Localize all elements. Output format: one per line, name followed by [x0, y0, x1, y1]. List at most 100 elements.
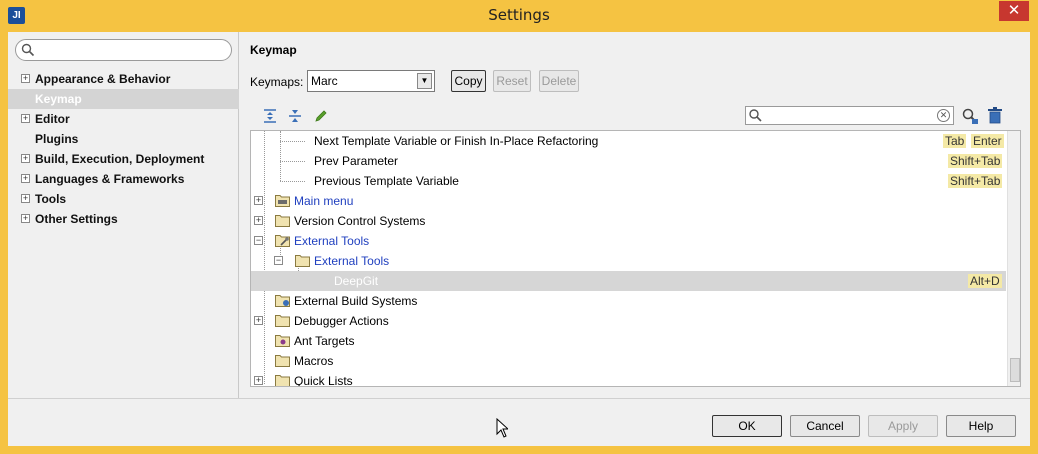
- keymap-panel: Keymap Keymaps: Marc ▼ Copy Reset Delete: [240, 32, 1030, 398]
- tree-row-label: External Tools: [314, 254, 390, 268]
- shortcut-badge: Shift+Tab: [948, 154, 1003, 168]
- search-icon: [21, 43, 35, 57]
- tree-row-label: Ant Targets: [294, 334, 355, 348]
- tree-row-label: DeepGit: [334, 274, 379, 288]
- tree-row-group[interactable]: Ant Targets: [251, 331, 1006, 351]
- settings-sidebar: + Appearance & Behavior Keymap + Editor Pl…: [8, 32, 239, 398]
- tree-row-label: Version Control Systems: [294, 214, 426, 228]
- tree-row-group[interactable]: External Build Systems: [251, 291, 1006, 311]
- apply-button[interactable]: Apply: [868, 415, 938, 437]
- collapse-icon[interactable]: −: [254, 236, 263, 245]
- help-button[interactable]: Help: [946, 415, 1016, 437]
- tree-row-action[interactable]: Prev Parameter Shift+Tab: [251, 151, 1006, 171]
- shortcut-badge: Shift+Tab: [948, 174, 1003, 188]
- sidebar-item-build-execution-deployment[interactable]: + Build, Execution, Deployment: [8, 149, 239, 169]
- sidebar-item-other-settings[interactable]: + Other Settings: [8, 209, 239, 229]
- folder-icon: [275, 375, 290, 386]
- expand-icon[interactable]: +: [21, 214, 30, 223]
- close-button[interactable]: ✕: [999, 1, 1029, 21]
- copy-button[interactable]: Copy: [451, 70, 486, 92]
- sidebar-item-editor[interactable]: + Editor: [8, 109, 239, 129]
- tree-row-label: Debugger Actions: [294, 314, 389, 328]
- cancel-button[interactable]: Cancel: [790, 415, 860, 437]
- sidebar-item-label: Keymap: [35, 92, 82, 106]
- settings-nav: + Appearance & Behavior Keymap + Editor Pl…: [8, 69, 239, 229]
- expand-icon[interactable]: +: [254, 316, 263, 325]
- sidebar-item-languages-frameworks[interactable]: + Languages & Frameworks: [8, 169, 239, 189]
- clear-filter-icon[interactable]: ✕: [937, 109, 950, 122]
- settings-window: JI Settings ✕ + Appearance & Behavior Key…: [0, 0, 1038, 454]
- tree-row-label: Prev Parameter: [314, 154, 399, 168]
- sidebar-item-label: Languages & Frameworks: [35, 172, 185, 186]
- tree-row-group[interactable]: − External Tools: [251, 231, 1006, 251]
- search-icon: [749, 109, 762, 122]
- expand-icon[interactable]: +: [254, 196, 263, 205]
- tree-scrollbar[interactable]: [1007, 131, 1020, 386]
- keymap-filter-input[interactable]: ✕: [745, 106, 954, 125]
- build-folder-icon: [275, 295, 290, 307]
- sidebar-item-tools[interactable]: + Tools: [8, 189, 239, 209]
- expand-icon[interactable]: +: [21, 154, 30, 163]
- expand-all-icon[interactable]: [262, 108, 278, 124]
- expand-icon[interactable]: +: [21, 174, 30, 183]
- scroll-thumb[interactable]: [1010, 358, 1020, 382]
- delete-button[interactable]: Delete: [539, 70, 579, 92]
- folder-icon: [275, 215, 290, 227]
- title-bar[interactable]: JI Settings ✕: [0, 0, 1038, 32]
- sidebar-item-label: Plugins: [35, 132, 79, 146]
- tree-row-action[interactable]: Next Template Variable or Finish In-Plac…: [251, 131, 1006, 151]
- shortcut-badge: Alt+D: [968, 274, 1002, 288]
- pencil-icon[interactable]: [313, 108, 329, 124]
- dialog-body: + Appearance & Behavior Keymap + Editor Pl…: [8, 32, 1030, 446]
- menu-folder-icon: [275, 195, 290, 207]
- find-shortcut-icon[interactable]: [961, 107, 979, 125]
- chevron-down-icon[interactable]: ▼: [417, 73, 432, 89]
- keymap-select[interactable]: Marc ▼: [307, 70, 435, 92]
- folder-icon: [295, 255, 310, 267]
- collapse-icon[interactable]: −: [274, 256, 283, 265]
- keymap-tree[interactable]: Next Template Variable or Finish In-Plac…: [250, 130, 1021, 387]
- tree-row-group[interactable]: Macros: [251, 351, 1006, 371]
- sidebar-item-keymap[interactable]: Keymap: [8, 89, 239, 109]
- tree-row-group[interactable]: + Quick Lists: [251, 371, 1006, 387]
- expand-icon[interactable]: +: [254, 216, 263, 225]
- sidebar-item-label: Other Settings: [35, 212, 118, 226]
- tree-row-action-selected[interactable]: DeepGit Alt+D: [251, 271, 1006, 291]
- tree-row-action[interactable]: Previous Template Variable Shift+Tab: [251, 171, 1006, 191]
- sidebar-item-appearance-behavior[interactable]: + Appearance & Behavior: [8, 69, 239, 89]
- tools-folder-icon: [275, 235, 290, 247]
- folder-icon: [275, 355, 290, 367]
- trash-icon[interactable]: [987, 107, 1003, 125]
- reset-button[interactable]: Reset: [493, 70, 531, 92]
- keymap-select-value: Marc: [311, 74, 338, 88]
- shortcut-badge: Enter: [971, 134, 1004, 148]
- tree-row-group[interactable]: + Debugger Actions: [251, 311, 1006, 331]
- mouse-cursor-icon: [496, 418, 508, 438]
- sidebar-item-label: Editor: [35, 112, 70, 126]
- tree-row-label: Quick Lists: [294, 374, 353, 387]
- sidebar-item-label: Appearance & Behavior: [35, 72, 171, 86]
- keymaps-label: Keymaps:: [250, 75, 304, 89]
- expand-icon[interactable]: +: [21, 194, 30, 203]
- tree-row-label: Macros: [294, 354, 334, 368]
- sidebar-item-plugins[interactable]: Plugins: [8, 129, 239, 149]
- footer-divider: [8, 398, 1030, 399]
- tree-row-group[interactable]: + Version Control Systems: [251, 211, 1006, 231]
- collapse-all-icon[interactable]: [287, 108, 303, 124]
- tree-row-label: Next Template Variable or Finish In-Plac…: [314, 134, 599, 148]
- expand-icon[interactable]: +: [21, 74, 30, 83]
- tree-row-label: Main menu: [294, 194, 354, 208]
- page-title: Keymap: [250, 43, 297, 57]
- ok-button[interactable]: OK: [712, 415, 782, 437]
- sidebar-item-label: Build, Execution, Deployment: [35, 152, 205, 166]
- folder-icon: [275, 315, 290, 327]
- sidebar-item-label: Tools: [35, 192, 67, 206]
- window-title: Settings: [488, 6, 550, 24]
- tree-row-label: External Build Systems: [294, 294, 418, 308]
- settings-search-input[interactable]: [15, 39, 232, 61]
- tree-row-group[interactable]: + Main menu: [251, 191, 1006, 211]
- expand-icon[interactable]: +: [21, 114, 30, 123]
- tree-row-label: Previous Template Variable: [314, 174, 459, 188]
- expand-icon[interactable]: +: [254, 376, 263, 385]
- tree-row-group[interactable]: − External Tools: [251, 251, 1006, 271]
